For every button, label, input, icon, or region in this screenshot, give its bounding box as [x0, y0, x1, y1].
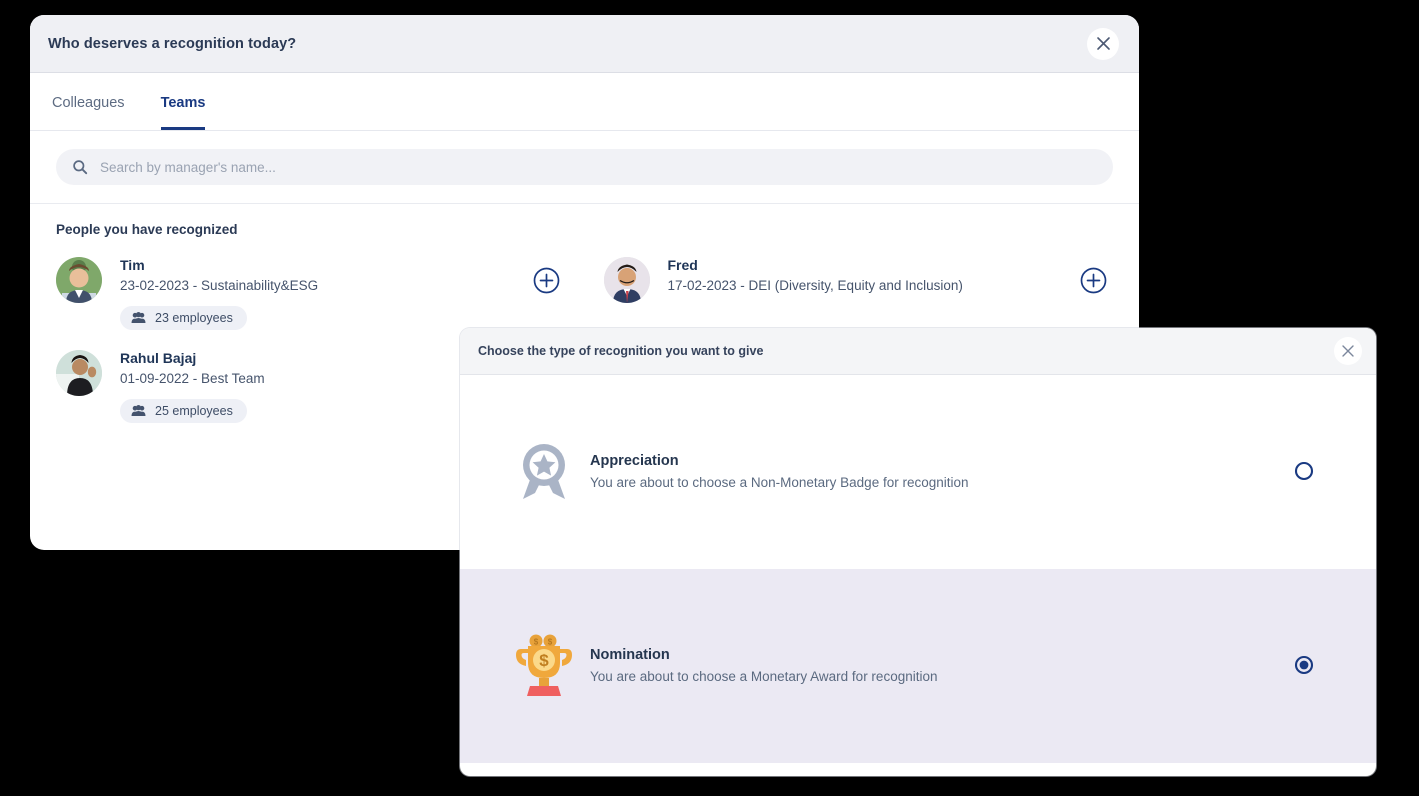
search-section: [30, 131, 1139, 204]
list-item[interactable]: Tim 23-02-2023 - Sustainability&ESG 23 e…: [56, 243, 574, 336]
close-icon: [1342, 345, 1354, 357]
avatar: [56, 350, 102, 396]
search-icon: [73, 160, 88, 175]
option-nomination[interactable]: $ $ $ Nomination You are about to choose…: [460, 569, 1376, 763]
option-description: You are about to choose a Monetary Award…: [590, 669, 938, 684]
close-people-modal-button[interactable]: [1087, 27, 1119, 60]
svg-text:$: $: [548, 638, 553, 647]
employee-count-label: 25 employees: [155, 404, 233, 418]
people-group-icon: [131, 312, 146, 323]
add-person-button[interactable]: [533, 267, 560, 297]
person-name: Tim: [120, 257, 145, 273]
employee-count-label: 23 employees: [155, 311, 233, 325]
avatar: [56, 257, 102, 303]
option-text: Appreciation You are about to choose a N…: [590, 450, 1294, 494]
option-description: You are about to choose a Non-Monetary B…: [590, 475, 969, 490]
employee-count-badge: 23 employees: [120, 306, 247, 330]
avatar: [603, 257, 650, 303]
add-person-button[interactable]: [1080, 267, 1107, 297]
screen: Who deserves a recognition today? Collea…: [0, 0, 1419, 796]
tab-bar: Colleagues Teams: [30, 73, 1139, 131]
people-group-icon: [131, 405, 146, 416]
person-detail: 17-02-2023 - DEI (Diversity, Equity and …: [667, 278, 963, 293]
option-title: Appreciation: [590, 453, 679, 469]
plus-circle-icon: [533, 267, 559, 294]
tab-teams[interactable]: Teams: [160, 95, 206, 130]
option-title: Nomination: [590, 647, 670, 663]
people-modal-header: Who deserves a recognition today?: [30, 15, 1139, 73]
recognition-type-options: Appreciation You are about to choose a N…: [460, 375, 1376, 776]
search-input[interactable]: [100, 159, 1097, 175]
type-modal-header: Choose the type of recognition you want …: [460, 328, 1376, 375]
plus-circle-icon: [1080, 267, 1107, 294]
radio-unselected-icon: [1294, 461, 1314, 480]
tab-colleagues[interactable]: Colleagues: [52, 95, 125, 130]
page-title: Who deserves a recognition today?: [48, 35, 297, 52]
person-info: Tim 23-02-2023 - Sustainability&ESG 23 e…: [120, 255, 523, 330]
close-icon: [1096, 37, 1110, 50]
radio-appreciation[interactable]: [1294, 461, 1314, 484]
radio-selected-icon: [1294, 655, 1314, 674]
svg-text:$: $: [534, 638, 539, 647]
svg-text:$: $: [539, 651, 549, 670]
person-name: Fred: [667, 257, 698, 273]
option-text: Nomination You are about to choose a Mon…: [590, 644, 1294, 688]
person-info: Fred 17-02-2023 - DEI (Diversity, Equity…: [668, 255, 1071, 297]
option-appreciation[interactable]: Appreciation You are about to choose a N…: [460, 375, 1376, 569]
award-badge-icon: [512, 443, 576, 501]
radio-nomination[interactable]: [1294, 655, 1314, 678]
trophy-money-icon: $ $ $: [512, 633, 576, 699]
type-modal-title: Choose the type of recognition you want …: [478, 344, 764, 358]
list-item[interactable]: Fred 17-02-2023 - DEI (Diversity, Equity…: [603, 243, 1122, 336]
recognition-type-modal: Choose the type of recognition you want …: [460, 328, 1376, 776]
section-heading: People you have recognized: [56, 222, 238, 237]
employee-count-badge: 25 employees: [120, 399, 247, 423]
search-box[interactable]: [56, 149, 1113, 185]
close-type-modal-button[interactable]: [1334, 337, 1362, 365]
person-detail: 23-02-2023 - Sustainability&ESG: [120, 278, 319, 293]
